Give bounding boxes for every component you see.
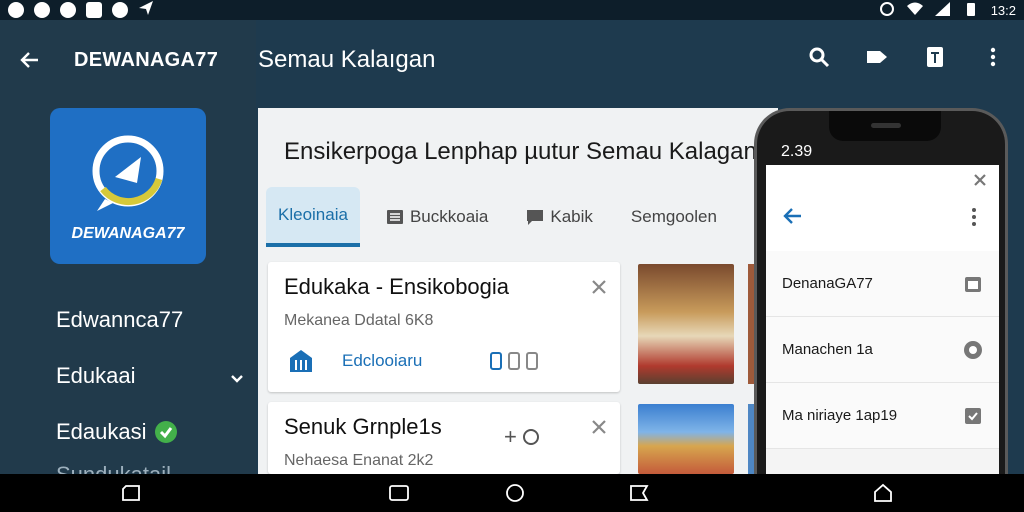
notification-icon <box>112 2 128 18</box>
list-icon <box>386 210 403 224</box>
tab-label: Kabik <box>550 207 593 226</box>
add-button[interactable]: + <box>504 424 539 450</box>
tab-label: Semgoolen <box>630 207 717 226</box>
close-icon[interactable] <box>590 278 608 296</box>
home-circle-icon[interactable] <box>504 483 526 503</box>
phone-row-label: DenanaGA77 <box>782 275 873 292</box>
app-title: Semau Kalaıgan <box>258 46 436 73</box>
card-subtitle: Mekanea Ddatal 6K8 <box>284 312 434 329</box>
content-card[interactable]: Edukaka - Ensikobogia Mekanea Ddatal 6K8… <box>268 262 620 392</box>
drawer-item-edaukasi[interactable]: Edaukasi <box>56 404 246 460</box>
page-icon[interactable] <box>526 352 538 370</box>
notification-icon <box>34 2 50 18</box>
phone-screen: DenanaGA77 Manachen 1a Ma niriaye 1ap19 <box>766 165 999 477</box>
back-arrow-icon[interactable] <box>782 205 804 227</box>
card-title: Senuk Grnple1s <box>284 414 442 439</box>
thumbnail-image[interactable] <box>638 404 734 474</box>
flag-icon[interactable] <box>628 483 650 503</box>
tab-label: Buckkoaia <box>409 207 489 226</box>
card-actions <box>490 352 538 370</box>
chat-bubble-logo-icon <box>92 135 164 211</box>
sync-icon <box>879 1 895 20</box>
notebook-icon[interactable] <box>922 44 948 70</box>
page-heading: Ensikerpoga Lenphap µutur Semau Kalagan <box>284 138 757 165</box>
card-title: Edukaka - Ensikobogia <box>284 274 510 299</box>
thumbnail-image[interactable] <box>638 264 734 384</box>
check-badge-icon <box>154 421 177 443</box>
phone-list-item[interactable]: Manachen 1a <box>766 317 999 383</box>
logo-text: DEWANAGA77 <box>71 225 185 242</box>
tab-semgoolen[interactable]: Semgoolen <box>619 187 729 247</box>
tab-label: Kleoinaia <box>278 205 348 224</box>
home-icon[interactable] <box>872 483 894 503</box>
phone-list-item[interactable]: Ma niriaye 1ap19 <box>766 383 999 449</box>
drawer-item-edukaai[interactable]: Edukaai <box>56 348 246 404</box>
search-icon[interactable] <box>806 44 832 70</box>
send-icon <box>138 0 154 21</box>
drawer-header: DEWANAGA77 <box>0 20 256 100</box>
more-vert-icon[interactable] <box>971 207 977 227</box>
page-icon[interactable] <box>508 352 520 370</box>
tab-kleoinaia[interactable]: Kleoinaia <box>266 187 360 247</box>
signal-icon <box>934 1 951 20</box>
info-icon <box>522 429 539 445</box>
phone-mockup: 2.39 DenanaGA77 Manachen 1a Ma niriaye 1… <box>754 108 1008 477</box>
building-icon <box>290 350 312 372</box>
phone-notch <box>829 111 941 141</box>
status-bar: 13:2 <box>0 0 1024 20</box>
phone-row-label: Manachen 1a <box>782 341 873 358</box>
app-logo: DEWANAGA77 <box>50 108 206 264</box>
chat-icon <box>527 210 544 225</box>
drawer-item-label: Edwannca77 <box>56 307 184 332</box>
battery-icon <box>963 1 979 20</box>
drawer-title: DEWANAGA77 <box>74 48 219 71</box>
more-vert-icon[interactable] <box>980 44 1006 70</box>
card-subtitle: Nehaesa Enanat 2k2 <box>284 452 434 469</box>
back-arrow-icon[interactable] <box>16 46 44 74</box>
phone-header <box>766 165 999 251</box>
notification-icon <box>8 2 24 18</box>
close-icon[interactable] <box>590 418 608 436</box>
phone-time: 2.39 <box>781 143 813 160</box>
tab-bar: Kleoinaia Buckkoaia Kabik Semgoolen <box>266 184 778 250</box>
recents-icon[interactable] <box>388 483 410 503</box>
navigation-drawer: DEWANAGA77 DEWANAGA77 Edwannca77 Edukaai… <box>0 20 256 487</box>
phone-row-label: Ma niriaye 1ap19 <box>782 407 898 424</box>
close-icon[interactable] <box>973 173 987 187</box>
app-bar: Semau Kalaıgan <box>256 20 1024 100</box>
drawer-list: Edwannca77 Edukaai Edaukasi Sundukatail.… <box>56 292 246 490</box>
bookmark-icon[interactable] <box>490 352 502 370</box>
notification-icon <box>60 2 76 18</box>
drawer-item-label: Edaukasi <box>56 419 147 444</box>
wifi-icon <box>906 1 923 20</box>
status-time: 13:2 <box>990 2 1016 18</box>
tab-kabik[interactable]: Kabik <box>514 187 605 247</box>
card-link-label: Edclooiaru <box>342 351 423 370</box>
radio-icon <box>963 340 983 360</box>
notification-icon <box>86 2 102 18</box>
main-content: Ensikerpoga Lenphap µutur Semau Kalagan … <box>258 108 778 474</box>
drawer-item-label: Edukaai <box>56 363 136 388</box>
checkbox-icon <box>963 406 983 426</box>
label-icon[interactable] <box>864 44 890 70</box>
system-nav-bar <box>0 474 1024 512</box>
tab-buckkoaia[interactable]: Buckkoaia <box>374 187 500 247</box>
back-nav-icon[interactable] <box>120 483 142 503</box>
drawer-item-edwannca77[interactable]: Edwannca77 <box>56 292 246 348</box>
card-link[interactable]: Edclooiaru <box>288 348 422 374</box>
content-card[interactable]: Senuk Grnple1s Nehaesa Enanat 2k2 + <box>268 402 620 474</box>
app-bar-actions <box>806 44 1006 70</box>
chevron-down-icon[interactable] <box>228 367 246 385</box>
calendar-icon <box>963 274 983 294</box>
phone-list-item[interactable]: DenanaGA77 <box>766 251 999 317</box>
